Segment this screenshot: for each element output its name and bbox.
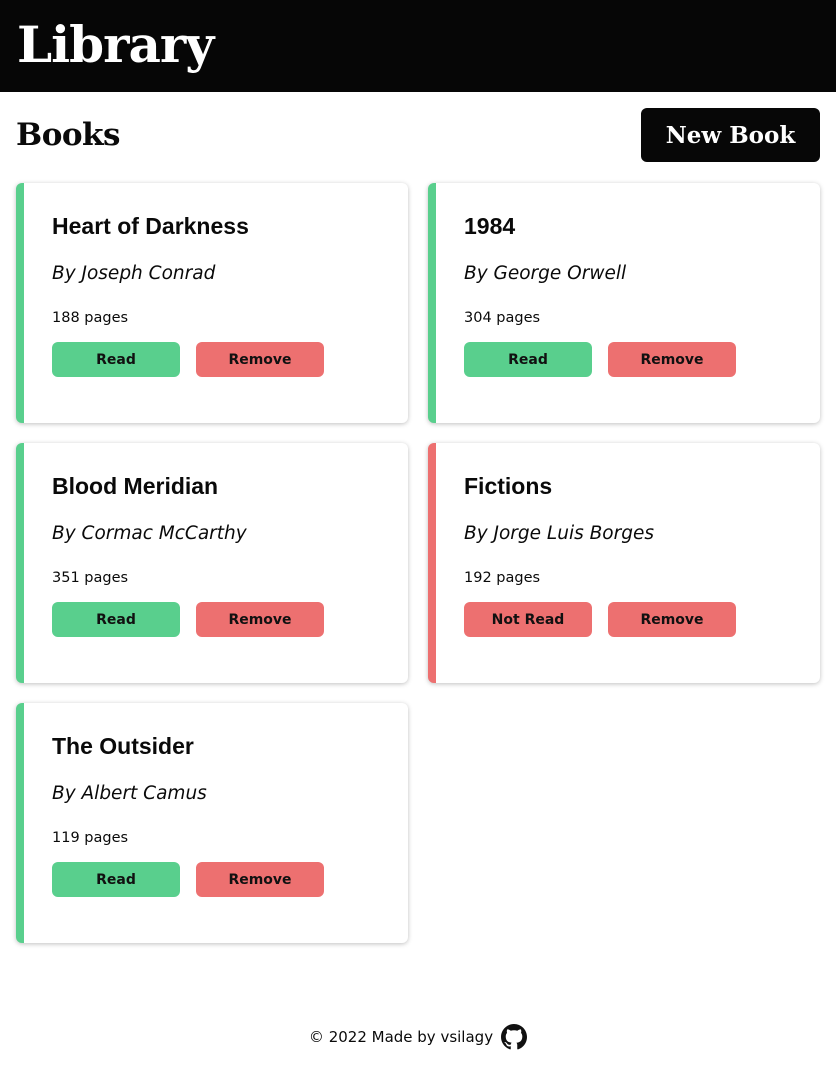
book-title: The Outsider xyxy=(52,733,194,759)
books-heading: Books xyxy=(16,117,121,153)
book-card: Heart of Darkness By Joseph Conrad 188 p… xyxy=(16,183,408,423)
remove-button[interactable]: Remove xyxy=(196,602,324,637)
book-card: 1984 By George Orwell 304 pages Read Rem… xyxy=(428,183,820,423)
book-pages: 188 pages xyxy=(52,310,129,326)
book-author: By George Orwell xyxy=(464,263,627,284)
remove-button[interactable]: Remove xyxy=(196,342,324,377)
remove-button[interactable]: Remove xyxy=(196,862,324,897)
book-actions: Read Remove xyxy=(52,862,388,897)
footer-text: © 2022 Made by vsilagy xyxy=(308,1028,494,1046)
book-card: The Outsider By Albert Camus 119 pages R… xyxy=(16,703,408,943)
footer: © 2022 Made by vsilagy xyxy=(0,1024,836,1050)
new-book-button[interactable]: New Book xyxy=(641,108,820,162)
book-author: By Albert Camus xyxy=(52,783,207,804)
read-status-button[interactable]: Read xyxy=(52,342,180,377)
remove-button[interactable]: Remove xyxy=(608,602,736,637)
book-actions: Not Read Remove xyxy=(464,602,800,637)
book-title: Blood Meridian xyxy=(52,473,219,499)
book-title: Heart of Darkness xyxy=(52,213,249,239)
book-actions: Read Remove xyxy=(464,342,800,377)
book-actions: Read Remove xyxy=(52,602,388,637)
book-pages: 304 pages xyxy=(464,310,541,326)
book-title: 1984 xyxy=(464,213,516,239)
book-grid: Heart of Darkness By Joseph Conrad 188 p… xyxy=(16,183,820,943)
book-pages: 351 pages xyxy=(52,570,129,586)
github-icon[interactable] xyxy=(501,1024,528,1050)
app-header: Library xyxy=(0,0,836,92)
read-status-button[interactable]: Read xyxy=(52,862,180,897)
read-status-button[interactable]: Read xyxy=(52,602,180,637)
book-author: By Cormac McCarthy xyxy=(52,523,247,544)
remove-button[interactable]: Remove xyxy=(608,342,736,377)
book-pages: 192 pages xyxy=(464,570,541,586)
books-toolbar: Books New Book xyxy=(16,108,820,162)
app-title: Library xyxy=(17,15,214,74)
book-card: Fictions By Jorge Luis Borges 192 pages … xyxy=(428,443,820,683)
book-card: Blood Meridian By Cormac McCarthy 351 pa… xyxy=(16,443,408,683)
book-pages: 119 pages xyxy=(52,830,129,846)
read-status-button[interactable]: Read xyxy=(464,342,592,377)
read-status-button[interactable]: Not Read xyxy=(464,602,592,637)
book-title: Fictions xyxy=(464,473,553,499)
book-actions: Read Remove xyxy=(52,342,388,377)
book-author: By Joseph Conrad xyxy=(52,263,216,284)
book-author: By Jorge Luis Borges xyxy=(464,523,654,544)
